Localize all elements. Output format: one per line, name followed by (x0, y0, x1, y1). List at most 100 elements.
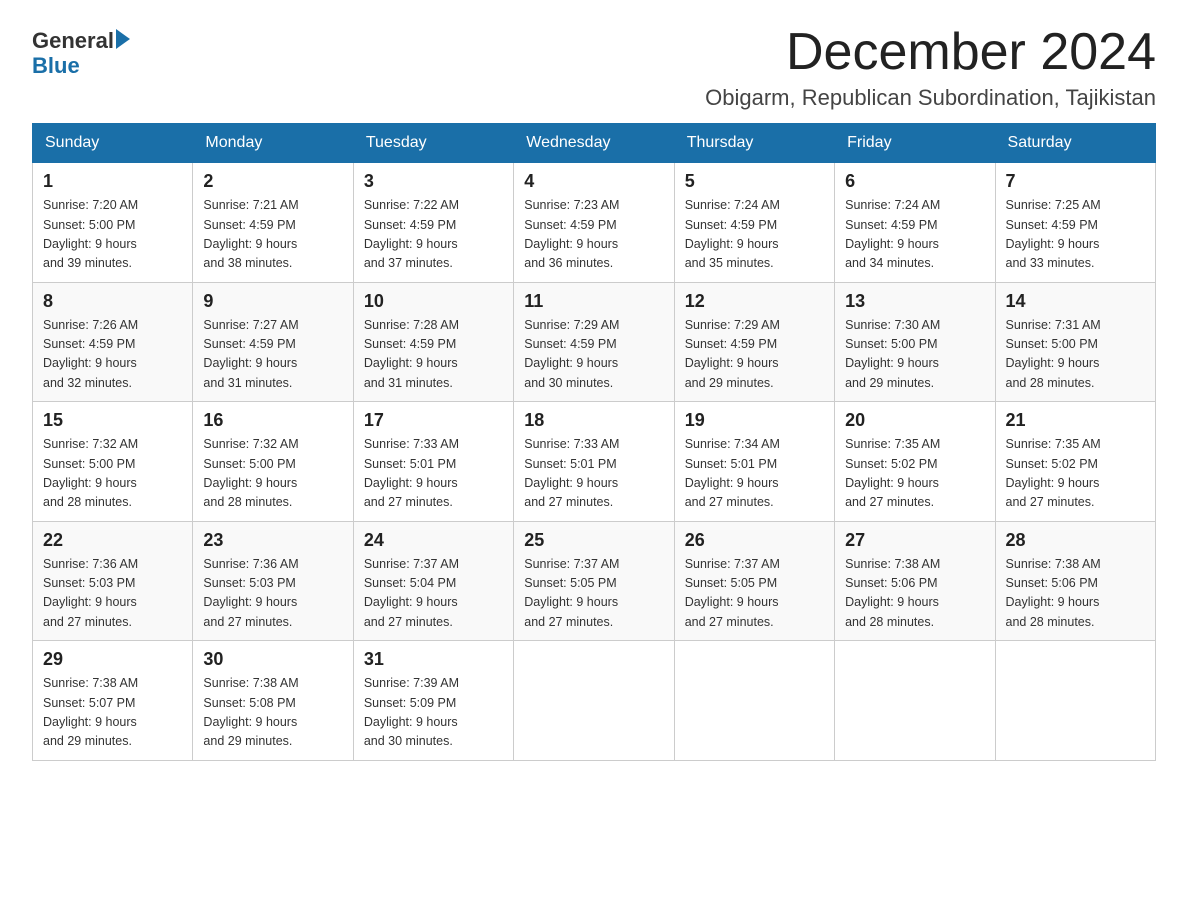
day-info: Sunrise: 7:32 AM Sunset: 5:00 PM Dayligh… (43, 435, 182, 513)
calendar-cell: 27 Sunrise: 7:38 AM Sunset: 5:06 PM Dayl… (835, 521, 995, 641)
calendar-cell: 1 Sunrise: 7:20 AM Sunset: 5:00 PM Dayli… (33, 163, 193, 283)
calendar-cell: 19 Sunrise: 7:34 AM Sunset: 5:01 PM Dayl… (674, 402, 834, 522)
calendar-table: SundayMondayTuesdayWednesdayThursdayFrid… (32, 123, 1156, 761)
day-number: 22 (43, 530, 182, 551)
calendar-cell: 20 Sunrise: 7:35 AM Sunset: 5:02 PM Dayl… (835, 402, 995, 522)
day-number: 12 (685, 291, 824, 312)
logo-triangle-icon (116, 29, 130, 49)
calendar-cell: 14 Sunrise: 7:31 AM Sunset: 5:00 PM Dayl… (995, 282, 1155, 402)
day-number: 18 (524, 410, 663, 431)
day-of-week-header: Thursday (674, 124, 834, 163)
calendar-cell: 30 Sunrise: 7:38 AM Sunset: 5:08 PM Dayl… (193, 641, 353, 761)
day-info: Sunrise: 7:38 AM Sunset: 5:07 PM Dayligh… (43, 674, 182, 752)
day-number: 3 (364, 171, 503, 192)
day-info: Sunrise: 7:35 AM Sunset: 5:02 PM Dayligh… (1006, 435, 1145, 513)
day-info: Sunrise: 7:36 AM Sunset: 5:03 PM Dayligh… (203, 555, 342, 633)
day-info: Sunrise: 7:33 AM Sunset: 5:01 PM Dayligh… (364, 435, 503, 513)
day-number: 2 (203, 171, 342, 192)
day-number: 10 (364, 291, 503, 312)
calendar-cell: 10 Sunrise: 7:28 AM Sunset: 4:59 PM Dayl… (353, 282, 513, 402)
day-of-week-header: Saturday (995, 124, 1155, 163)
calendar-cell: 15 Sunrise: 7:32 AM Sunset: 5:00 PM Dayl… (33, 402, 193, 522)
calendar-cell: 13 Sunrise: 7:30 AM Sunset: 5:00 PM Dayl… (835, 282, 995, 402)
day-number: 19 (685, 410, 824, 431)
day-info: Sunrise: 7:33 AM Sunset: 5:01 PM Dayligh… (524, 435, 663, 513)
calendar-header-row: SundayMondayTuesdayWednesdayThursdayFrid… (33, 124, 1156, 163)
day-number: 31 (364, 649, 503, 670)
day-number: 9 (203, 291, 342, 312)
calendar-cell: 22 Sunrise: 7:36 AM Sunset: 5:03 PM Dayl… (33, 521, 193, 641)
day-number: 23 (203, 530, 342, 551)
day-info: Sunrise: 7:39 AM Sunset: 5:09 PM Dayligh… (364, 674, 503, 752)
calendar-cell: 31 Sunrise: 7:39 AM Sunset: 5:09 PM Dayl… (353, 641, 513, 761)
calendar-cell: 25 Sunrise: 7:37 AM Sunset: 5:05 PM Dayl… (514, 521, 674, 641)
day-info: Sunrise: 7:24 AM Sunset: 4:59 PM Dayligh… (845, 196, 984, 274)
day-number: 26 (685, 530, 824, 551)
logo-general-text: General (32, 28, 114, 53)
day-info: Sunrise: 7:26 AM Sunset: 4:59 PM Dayligh… (43, 316, 182, 394)
logo-blue-text: Blue (32, 53, 130, 78)
day-number: 11 (524, 291, 663, 312)
day-number: 13 (845, 291, 984, 312)
main-title: December 2024 (705, 24, 1156, 81)
day-number: 25 (524, 530, 663, 551)
day-of-week-header: Sunday (33, 124, 193, 163)
calendar-week-row: 15 Sunrise: 7:32 AM Sunset: 5:00 PM Dayl… (33, 402, 1156, 522)
day-number: 29 (43, 649, 182, 670)
calendar-cell (514, 641, 674, 761)
day-info: Sunrise: 7:38 AM Sunset: 5:06 PM Dayligh… (845, 555, 984, 633)
day-info: Sunrise: 7:36 AM Sunset: 5:03 PM Dayligh… (43, 555, 182, 633)
calendar-week-row: 22 Sunrise: 7:36 AM Sunset: 5:03 PM Dayl… (33, 521, 1156, 641)
calendar-cell: 28 Sunrise: 7:38 AM Sunset: 5:06 PM Dayl… (995, 521, 1155, 641)
day-info: Sunrise: 7:21 AM Sunset: 4:59 PM Dayligh… (203, 196, 342, 274)
calendar-cell: 26 Sunrise: 7:37 AM Sunset: 5:05 PM Dayl… (674, 521, 834, 641)
day-info: Sunrise: 7:35 AM Sunset: 5:02 PM Dayligh… (845, 435, 984, 513)
calendar-cell: 21 Sunrise: 7:35 AM Sunset: 5:02 PM Dayl… (995, 402, 1155, 522)
day-number: 20 (845, 410, 984, 431)
day-info: Sunrise: 7:22 AM Sunset: 4:59 PM Dayligh… (364, 196, 503, 274)
calendar-cell: 8 Sunrise: 7:26 AM Sunset: 4:59 PM Dayli… (33, 282, 193, 402)
day-info: Sunrise: 7:23 AM Sunset: 4:59 PM Dayligh… (524, 196, 663, 274)
calendar-cell (674, 641, 834, 761)
calendar-cell: 4 Sunrise: 7:23 AM Sunset: 4:59 PM Dayli… (514, 163, 674, 283)
day-number: 24 (364, 530, 503, 551)
calendar-cell: 9 Sunrise: 7:27 AM Sunset: 4:59 PM Dayli… (193, 282, 353, 402)
calendar-cell (835, 641, 995, 761)
day-of-week-header: Tuesday (353, 124, 513, 163)
day-info: Sunrise: 7:37 AM Sunset: 5:05 PM Dayligh… (685, 555, 824, 633)
calendar-cell: 12 Sunrise: 7:29 AM Sunset: 4:59 PM Dayl… (674, 282, 834, 402)
day-info: Sunrise: 7:34 AM Sunset: 5:01 PM Dayligh… (685, 435, 824, 513)
calendar-cell: 5 Sunrise: 7:24 AM Sunset: 4:59 PM Dayli… (674, 163, 834, 283)
calendar-cell: 24 Sunrise: 7:37 AM Sunset: 5:04 PM Dayl… (353, 521, 513, 641)
day-number: 7 (1006, 171, 1145, 192)
day-number: 16 (203, 410, 342, 431)
day-number: 28 (1006, 530, 1145, 551)
day-info: Sunrise: 7:29 AM Sunset: 4:59 PM Dayligh… (685, 316, 824, 394)
calendar-cell: 11 Sunrise: 7:29 AM Sunset: 4:59 PM Dayl… (514, 282, 674, 402)
day-info: Sunrise: 7:25 AM Sunset: 4:59 PM Dayligh… (1006, 196, 1145, 274)
day-number: 4 (524, 171, 663, 192)
logo: General Blue (32, 28, 130, 79)
day-info: Sunrise: 7:32 AM Sunset: 5:00 PM Dayligh… (203, 435, 342, 513)
calendar-week-row: 8 Sunrise: 7:26 AM Sunset: 4:59 PM Dayli… (33, 282, 1156, 402)
calendar-cell: 16 Sunrise: 7:32 AM Sunset: 5:00 PM Dayl… (193, 402, 353, 522)
calendar-cell: 2 Sunrise: 7:21 AM Sunset: 4:59 PM Dayli… (193, 163, 353, 283)
day-info: Sunrise: 7:30 AM Sunset: 5:00 PM Dayligh… (845, 316, 984, 394)
day-number: 1 (43, 171, 182, 192)
day-number: 27 (845, 530, 984, 551)
page-header: General Blue December 2024 Obigarm, Repu… (32, 24, 1156, 111)
day-info: Sunrise: 7:28 AM Sunset: 4:59 PM Dayligh… (364, 316, 503, 394)
day-number: 14 (1006, 291, 1145, 312)
calendar-cell: 7 Sunrise: 7:25 AM Sunset: 4:59 PM Dayli… (995, 163, 1155, 283)
calendar-cell: 6 Sunrise: 7:24 AM Sunset: 4:59 PM Dayli… (835, 163, 995, 283)
day-info: Sunrise: 7:20 AM Sunset: 5:00 PM Dayligh… (43, 196, 182, 274)
calendar-cell: 23 Sunrise: 7:36 AM Sunset: 5:03 PM Dayl… (193, 521, 353, 641)
day-info: Sunrise: 7:31 AM Sunset: 5:00 PM Dayligh… (1006, 316, 1145, 394)
calendar-week-row: 1 Sunrise: 7:20 AM Sunset: 5:00 PM Dayli… (33, 163, 1156, 283)
day-number: 15 (43, 410, 182, 431)
day-number: 17 (364, 410, 503, 431)
day-number: 5 (685, 171, 824, 192)
calendar-cell: 3 Sunrise: 7:22 AM Sunset: 4:59 PM Dayli… (353, 163, 513, 283)
day-info: Sunrise: 7:38 AM Sunset: 5:06 PM Dayligh… (1006, 555, 1145, 633)
day-of-week-header: Friday (835, 124, 995, 163)
